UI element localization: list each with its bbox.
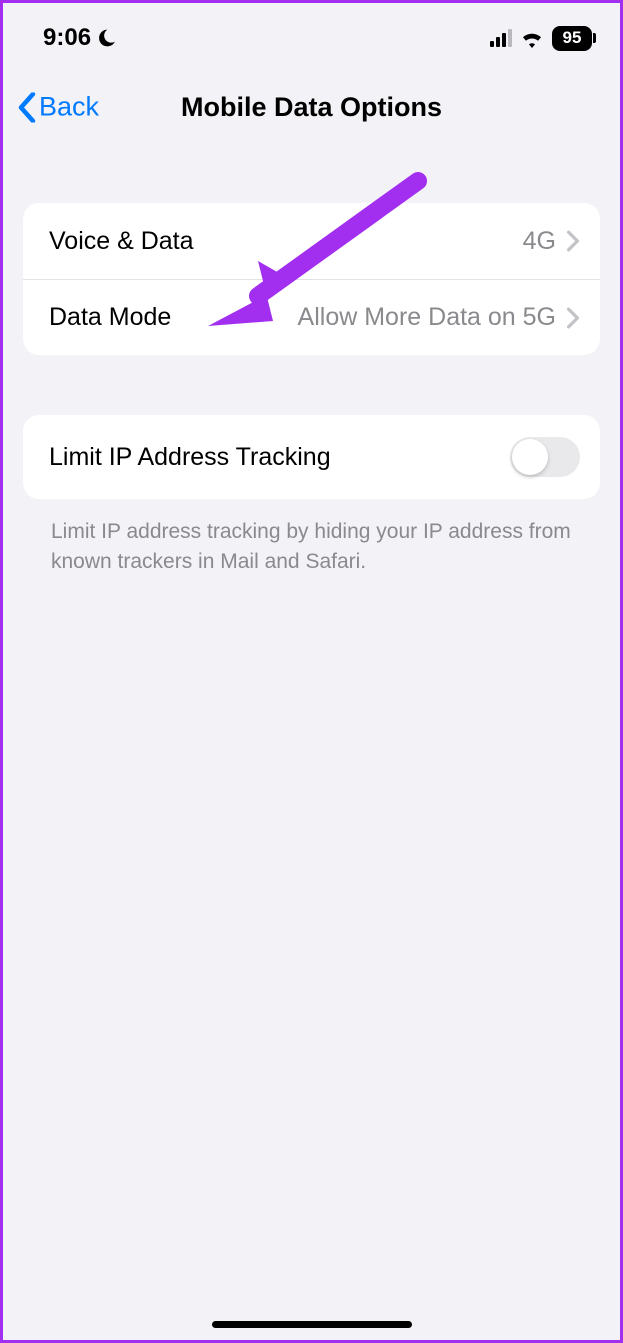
status-time: 9:06	[43, 24, 91, 52]
do-not-disturb-icon	[97, 28, 117, 48]
cellular-signal-icon	[490, 29, 512, 47]
status-left: 9:06	[43, 24, 117, 52]
status-bar: 9:06 95	[3, 3, 620, 63]
row-limit-ip-tracking[interactable]: Limit IP Address Tracking	[23, 415, 600, 499]
content-area: Voice & Data 4G Data Mode Allow More Dat…	[3, 203, 620, 578]
back-button[interactable]: Back	[17, 92, 99, 123]
row-value: Allow More Data on 5G	[298, 303, 556, 332]
row-value: 4G	[523, 227, 556, 256]
settings-group-privacy: Limit IP Address Tracking	[23, 415, 600, 499]
back-label: Back	[39, 92, 99, 123]
row-label: Voice & Data	[49, 227, 194, 256]
battery-indicator: 95	[552, 26, 592, 51]
row-label: Limit IP Address Tracking	[49, 443, 331, 472]
chevron-right-icon	[566, 307, 580, 329]
group-footer-text: Limit IP address tracking by hiding your…	[23, 499, 600, 578]
toggle-knob	[512, 439, 548, 475]
settings-group-network: Voice & Data 4G Data Mode Allow More Dat…	[23, 203, 600, 355]
home-indicator	[212, 1321, 412, 1328]
wifi-icon	[520, 28, 544, 48]
nav-bar: Back Mobile Data Options	[3, 73, 620, 141]
row-voice-and-data[interactable]: Voice & Data 4G	[23, 203, 600, 279]
status-right: 95	[490, 26, 592, 51]
chevron-right-icon	[566, 230, 580, 252]
limit-ip-toggle[interactable]	[510, 437, 580, 477]
chevron-left-icon	[17, 92, 37, 122]
row-data-mode[interactable]: Data Mode Allow More Data on 5G	[23, 279, 600, 355]
row-label: Data Mode	[49, 303, 171, 332]
